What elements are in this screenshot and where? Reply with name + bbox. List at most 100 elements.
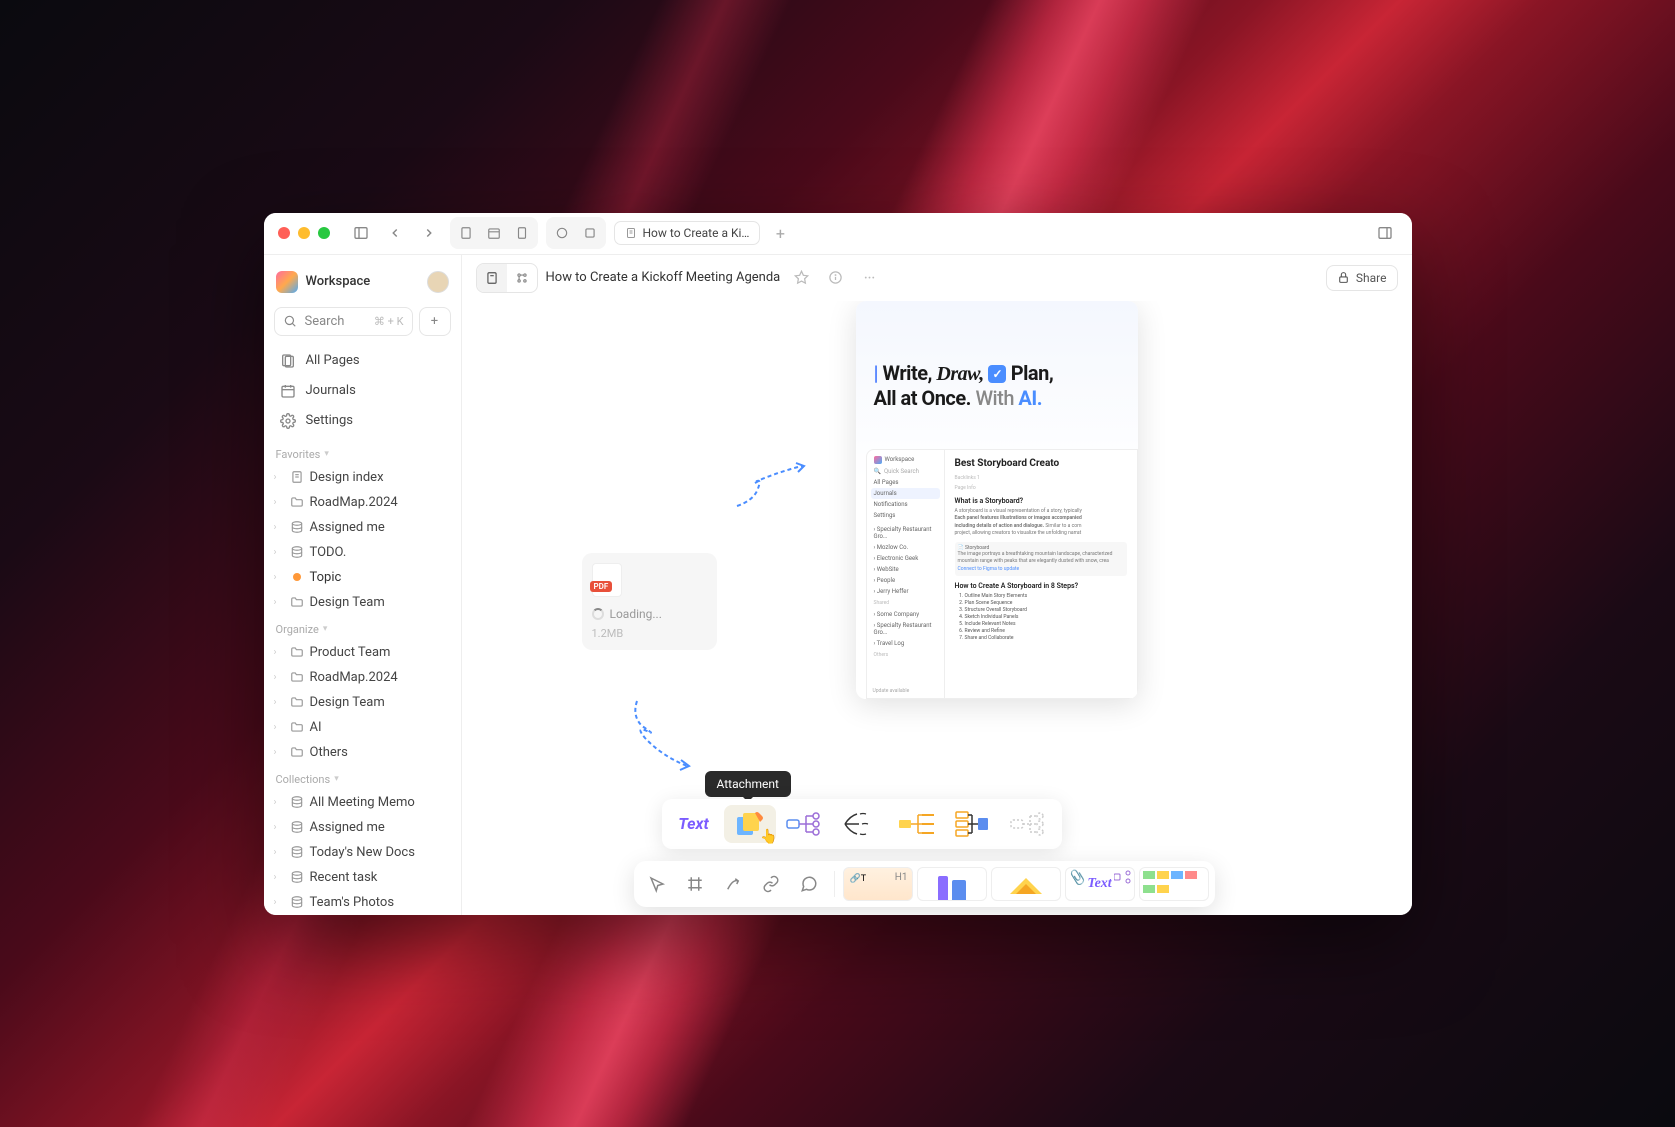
sidebar-item[interactable]: ›Assigned me <box>264 815 461 840</box>
template-preview-3[interactable] <box>991 867 1061 901</box>
sidebar-item[interactable]: ›AI <box>264 715 461 740</box>
template-preview-4[interactable]: 📎Text <box>1065 867 1135 901</box>
nav-back-button[interactable] <box>382 220 408 246</box>
canvas-toolbar: 🔗TH1 📎Text <box>634 861 1215 907</box>
sidebar-item[interactable]: ›Assigned me <box>264 515 461 540</box>
sidebar-item[interactable]: ›Design Team <box>264 690 461 715</box>
shape-text[interactable]: Text <box>668 805 720 843</box>
tool-link[interactable] <box>754 867 788 901</box>
document-title: How to Create a Kickoff Meeting Agenda <box>546 270 781 285</box>
app-window: How to Create a Ki… + Workspace Search ⌘… <box>264 213 1412 915</box>
search-placeholder: Search <box>305 314 345 329</box>
info-icon[interactable] <box>822 265 848 291</box>
view-alt-group <box>546 217 606 249</box>
minimize-window[interactable] <box>298 227 310 239</box>
hero-headline-1: | Write, Draw, ✓ Plan, <box>874 361 1120 386</box>
template-preview-5[interactable] <box>1139 867 1209 901</box>
shape-mindmap-1[interactable] <box>780 805 832 843</box>
arrow-sketch-2 <box>627 696 707 776</box>
gear-icon <box>280 413 296 429</box>
shape-mindmap-3[interactable] <box>892 805 944 843</box>
template-preview-1[interactable]: 🔗TH1 <box>843 867 913 901</box>
search-shortcut: ⌘ + K <box>374 315 404 328</box>
mini-app-preview: Workspace 🔍Quick Search All PagesJournal… <box>866 449 1138 699</box>
nav-journals[interactable]: Journals <box>264 376 461 406</box>
loading-label: Loading... <box>610 607 662 621</box>
maximize-window[interactable] <box>318 227 330 239</box>
document-tab[interactable]: How to Create a Ki… <box>614 221 761 245</box>
editor-mode-toggle <box>476 263 538 293</box>
workspace-header[interactable]: Workspace <box>264 263 461 301</box>
tool-select[interactable] <box>640 867 674 901</box>
sidebar-item[interactable]: ›Recent task <box>264 865 461 890</box>
calendar-icon <box>280 383 296 399</box>
pdf-attachment-card[interactable]: Loading... 1.2MB <box>582 553 717 650</box>
search-icon <box>283 314 297 328</box>
pages-icon <box>280 353 296 369</box>
tool-frame[interactable] <box>678 867 712 901</box>
hero-headline-2: All at Once. With AI. <box>874 386 1120 410</box>
view-page-icon[interactable] <box>453 220 479 246</box>
sidebar-toggle-icon[interactable] <box>348 220 374 246</box>
sidebar-item[interactable]: ›All Meeting Memo <box>264 790 461 815</box>
panel-toggle-icon[interactable] <box>1372 220 1398 246</box>
tool-comment[interactable] <box>792 867 826 901</box>
favorite-star-icon[interactable] <box>788 265 814 291</box>
sidebar-item[interactable]: ›Design index <box>264 465 461 490</box>
close-window[interactable] <box>278 227 290 239</box>
sidebar-item[interactable]: ›Others <box>264 740 461 765</box>
share-button[interactable]: Share <box>1326 265 1398 291</box>
tab-label: How to Create a Ki… <box>643 226 750 240</box>
loading-spinner-icon <box>592 608 604 620</box>
nav-forward-button[interactable] <box>416 220 442 246</box>
sidebar: Workspace Search ⌘ + K + All Pages <box>264 255 462 915</box>
sidebar-item[interactable]: ›Topic <box>264 565 461 590</box>
user-avatar[interactable] <box>427 271 449 293</box>
mode-page[interactable] <box>477 264 507 292</box>
view-doc-icon[interactable] <box>509 220 535 246</box>
search-input[interactable]: Search ⌘ + K <box>274 307 413 336</box>
view-mode-group <box>450 217 538 249</box>
new-tab-button[interactable]: + <box>768 221 792 245</box>
cursor-icon: 👆 <box>760 829 777 845</box>
template-preview-2[interactable] <box>917 867 987 901</box>
tool-connector[interactable] <box>716 867 750 901</box>
canvas[interactable]: Loading... 1.2MB | Write, Draw, ✓ Plan, … <box>462 301 1412 915</box>
lock-icon <box>1337 271 1350 284</box>
document-header: How to Create a Kickoff Meeting Agenda S… <box>462 255 1412 301</box>
main-area: How to Create a Kickoff Meeting Agenda S… <box>462 255 1412 915</box>
new-page-button[interactable]: + <box>419 307 451 336</box>
shape-picker: Text 👆 <box>662 799 1062 849</box>
file-size-label: 1.2MB <box>592 627 707 640</box>
shape-attachment[interactable]: 👆 <box>724 805 776 843</box>
favorites-section-title[interactable]: Favorites <box>264 440 461 465</box>
organize-section-title[interactable]: Organize <box>264 615 461 640</box>
sidebar-item[interactable]: ›RoadMap.2024 <box>264 665 461 690</box>
view-card-icon[interactable] <box>577 220 603 246</box>
shape-mindmap-2[interactable] <box>836 805 888 843</box>
nav-settings[interactable]: Settings <box>264 406 461 436</box>
sidebar-item[interactable]: ›Team's Photos <box>264 890 461 915</box>
mode-edgeless[interactable] <box>507 264 537 292</box>
view-board-icon[interactable] <box>549 220 575 246</box>
shape-mindmap-4[interactable] <box>948 805 1000 843</box>
traffic-lights <box>278 227 330 239</box>
nav-all-pages[interactable]: All Pages <box>264 346 461 376</box>
arrow-sketch-1 <box>732 461 812 511</box>
workspace-logo <box>276 271 298 293</box>
workspace-name: Workspace <box>306 274 419 289</box>
sidebar-item[interactable]: ›Product Team <box>264 640 461 665</box>
hero-card[interactable]: | Write, Draw, ✓ Plan, All at Once. With… <box>856 301 1138 699</box>
tooltip: Attachment <box>705 771 791 797</box>
shape-mindmap-5[interactable] <box>1004 805 1056 843</box>
more-icon[interactable] <box>856 265 882 291</box>
titlebar: How to Create a Ki… + <box>264 213 1412 255</box>
check-icon: ✓ <box>988 365 1006 383</box>
collections-section-title[interactable]: Collections <box>264 765 461 790</box>
pdf-icon <box>592 563 622 597</box>
sidebar-item[interactable]: ›Design Team <box>264 590 461 615</box>
sidebar-item[interactable]: ›Today's New Docs <box>264 840 461 865</box>
view-calendar-icon[interactable] <box>481 220 507 246</box>
sidebar-item[interactable]: ›RoadMap.2024 <box>264 490 461 515</box>
sidebar-item[interactable]: ›TODO. <box>264 540 461 565</box>
